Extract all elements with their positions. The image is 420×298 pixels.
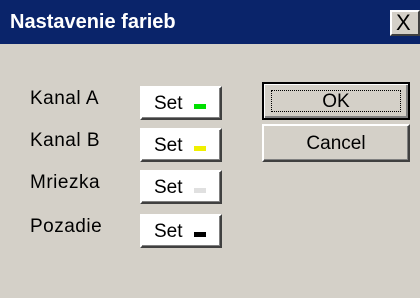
channel-b-set-button[interactable]: Set — [140, 128, 222, 162]
cancel-button-label: Cancel — [306, 133, 366, 154]
channel-a-set-button[interactable]: Set — [140, 86, 222, 120]
background-color-swatch — [194, 232, 206, 237]
close-button[interactable]: X — [390, 10, 420, 36]
ok-button[interactable]: OK — [262, 82, 410, 120]
grid-label: Mriezka — [30, 172, 101, 193]
grid-set-button[interactable]: Set — [140, 170, 222, 204]
ok-button-label: OK — [322, 91, 350, 112]
background-label: Pozadie — [30, 216, 103, 237]
title-bar[interactable]: Nastavenie farieb X — [0, 0, 420, 44]
background-set-button[interactable]: Set — [140, 214, 222, 248]
channel-b-color-swatch — [194, 146, 206, 151]
grid-color-swatch — [194, 188, 206, 193]
cancel-button[interactable]: Cancel — [262, 124, 410, 162]
set-button-label: Set — [154, 135, 183, 156]
close-icon: X — [396, 10, 411, 35]
channel-a-color-swatch — [194, 104, 206, 109]
color-settings-dialog: Nastavenie farieb X Kanal A Set Kanal B … — [0, 0, 420, 298]
set-button-label: Set — [154, 177, 183, 198]
channel-a-label: Kanal A — [30, 88, 99, 109]
window-title: Nastavenie farieb — [10, 11, 176, 33]
set-button-label: Set — [154, 93, 183, 114]
set-button-label: Set — [154, 221, 183, 242]
channel-b-label: Kanal B — [30, 130, 101, 151]
